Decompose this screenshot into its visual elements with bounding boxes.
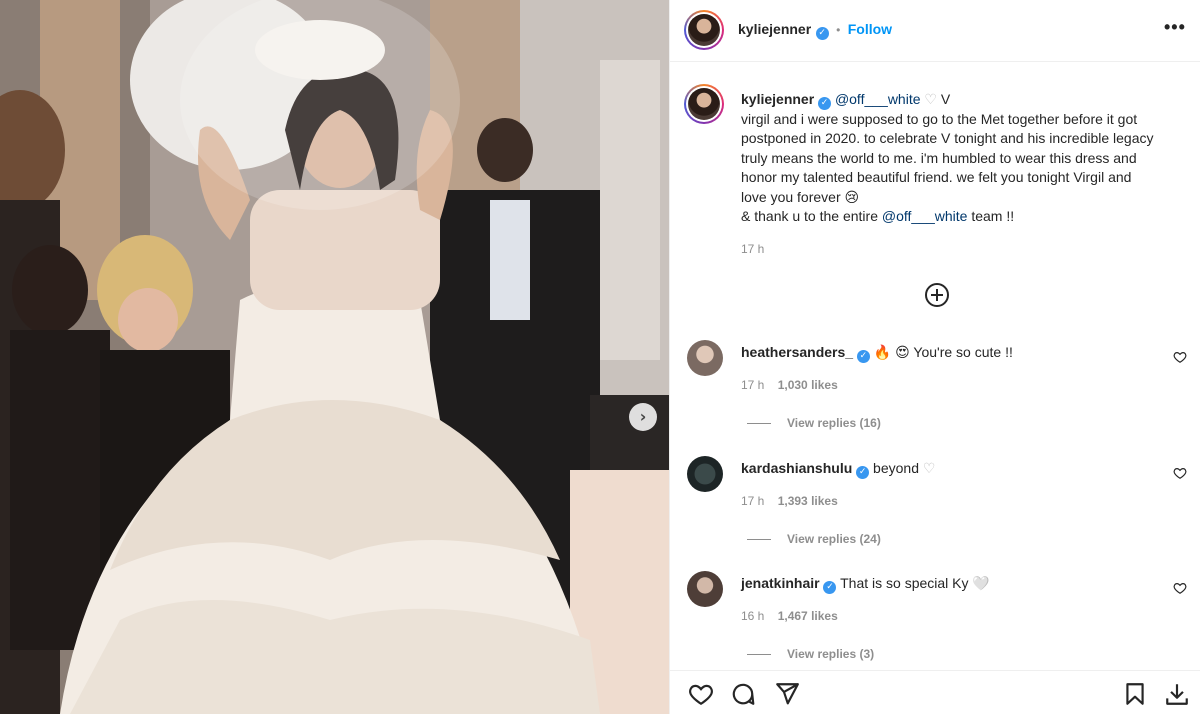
view-replies-label: View replies (3) bbox=[787, 647, 875, 661]
comment-likes[interactable]: 1,393 likes bbox=[778, 494, 838, 508]
chevron-right-icon: › bbox=[639, 407, 647, 426]
download-icon[interactable] bbox=[1164, 681, 1190, 707]
caption-line: virgil and i were supposed to go to the … bbox=[741, 111, 1138, 127]
comment-username[interactable]: jenatkinhair bbox=[741, 575, 820, 591]
comment-avatar[interactable] bbox=[687, 571, 723, 607]
comment-text-row: jenatkinhair ✓ That is so special Ky 🤍 bbox=[741, 575, 990, 594]
bookmark-icon[interactable] bbox=[1122, 681, 1148, 707]
post-side-panel: kyliejenner ✓ • Follow ••• kyliejenner ✓… bbox=[669, 0, 1200, 714]
comment-meta: 16 h 1,467 likes bbox=[741, 609, 838, 623]
caption-line: love you forever 😢 bbox=[741, 188, 860, 205]
verified-badge-icon: ✓ bbox=[856, 466, 870, 479]
comment-likes[interactable]: 1,030 likes bbox=[778, 378, 838, 392]
caption-thanks-suffix: team !! bbox=[967, 208, 1015, 225]
comment-meta: 17 h 1,030 likes bbox=[741, 378, 838, 392]
header-user-row: kyliejenner ✓ • Follow bbox=[738, 21, 892, 40]
replies-divider bbox=[747, 539, 771, 541]
comment-item: heathersanders_ ✓ 🔥 😍 You're so cute !! … bbox=[687, 340, 1197, 430]
verified-badge-icon: ✓ bbox=[818, 97, 832, 110]
caption-after-mention: V bbox=[936, 91, 951, 107]
header-separator: • bbox=[836, 23, 841, 37]
comment-body: beyond bbox=[873, 460, 919, 476]
follow-button[interactable]: Follow bbox=[848, 21, 892, 37]
caption-timestamp: 17 h bbox=[741, 242, 765, 257]
view-replies-button[interactable]: View replies (16) bbox=[747, 416, 881, 430]
share-icon[interactable] bbox=[774, 681, 800, 707]
comment-body: You're so cute !! bbox=[913, 344, 1013, 360]
caption-avatar[interactable] bbox=[684, 84, 724, 124]
comment-text-row: heathersanders_ ✓ 🔥 😍 You're so cute !! bbox=[741, 344, 1013, 363]
comment-like-heart-icon[interactable] bbox=[1173, 581, 1187, 595]
post-photo: › bbox=[0, 0, 669, 714]
white-heart-emoji: ♡ bbox=[922, 460, 936, 476]
caption-line: postponed in 2020. to celebrate V tonigh… bbox=[741, 130, 1154, 147]
comment-time: 16 h bbox=[741, 609, 765, 623]
more-options-icon[interactable]: ••• bbox=[1164, 17, 1186, 38]
photo-illustration bbox=[0, 0, 669, 714]
comment-meta: 17 h 1,393 likes bbox=[741, 494, 838, 508]
comment-avatar[interactable] bbox=[687, 340, 723, 376]
comment-username[interactable]: kardashianshulu bbox=[741, 460, 852, 476]
comment-likes[interactable]: 1,467 likes bbox=[778, 609, 838, 623]
post-header: kyliejenner ✓ • Follow ••• bbox=[670, 0, 1200, 62]
header-avatar[interactable] bbox=[684, 10, 724, 50]
view-replies-label: View replies (24) bbox=[787, 532, 881, 546]
comment-item: kardashianshulu ✓ beyond ♡ 17 h 1,393 li… bbox=[687, 456, 1197, 546]
caption-line: truly means the world to me. i'm humbled… bbox=[741, 149, 1137, 166]
view-replies-button[interactable]: View replies (24) bbox=[747, 532, 881, 546]
caption: kyliejenner ✓ @off___white ♡ V virgil an… bbox=[741, 90, 1186, 260]
next-photo-button[interactable]: › bbox=[629, 403, 657, 431]
view-replies-button[interactable]: View replies (3) bbox=[747, 647, 874, 661]
comment-username[interactable]: heathersanders_ bbox=[741, 344, 853, 360]
caption-username[interactable]: kyliejenner bbox=[741, 91, 814, 107]
verified-badge-icon: ✓ bbox=[856, 350, 870, 363]
header-username[interactable]: kyliejenner bbox=[738, 21, 811, 37]
caption-thanks-prefix: & thank u to the entire bbox=[741, 208, 882, 225]
post-action-bar bbox=[670, 670, 1200, 714]
caption-thanks-mention[interactable]: @off___white bbox=[882, 208, 968, 224]
comment-emoji: 🔥 😍 bbox=[873, 344, 910, 360]
comment-time: 17 h bbox=[741, 378, 765, 392]
caption-mention[interactable]: @off___white bbox=[835, 91, 921, 107]
replies-divider bbox=[747, 423, 771, 425]
comment-avatar[interactable] bbox=[687, 456, 723, 492]
comment-body: That is so special Ky 🤍 bbox=[840, 575, 990, 591]
comment-like-heart-icon[interactable] bbox=[1173, 466, 1187, 480]
heart-icon[interactable] bbox=[688, 681, 714, 707]
caption-thanks-line: & thank u to the entire @off___white tea… bbox=[741, 207, 1186, 226]
verified-badge-icon: ✓ bbox=[823, 581, 837, 594]
white-heart-emoji: ♡ bbox=[924, 91, 937, 107]
add-circle-icon[interactable] bbox=[925, 283, 949, 307]
comment-time: 17 h bbox=[741, 494, 765, 508]
comment-text-row: kardashianshulu ✓ beyond ♡ bbox=[741, 460, 935, 479]
view-replies-label: View replies (16) bbox=[787, 416, 881, 430]
comment-item: jenatkinhair ✓ That is so special Ky 🤍 1… bbox=[687, 571, 1197, 661]
comment-icon[interactable] bbox=[730, 681, 756, 707]
replies-divider bbox=[747, 654, 771, 656]
comment-like-heart-icon[interactable] bbox=[1173, 350, 1187, 364]
caption-first-line: kyliejenner ✓ @off___white ♡ V bbox=[741, 90, 1186, 110]
verified-badge-icon: ✓ bbox=[815, 27, 829, 40]
caption-line: honor my talented beautiful friend. we f… bbox=[741, 169, 1132, 186]
